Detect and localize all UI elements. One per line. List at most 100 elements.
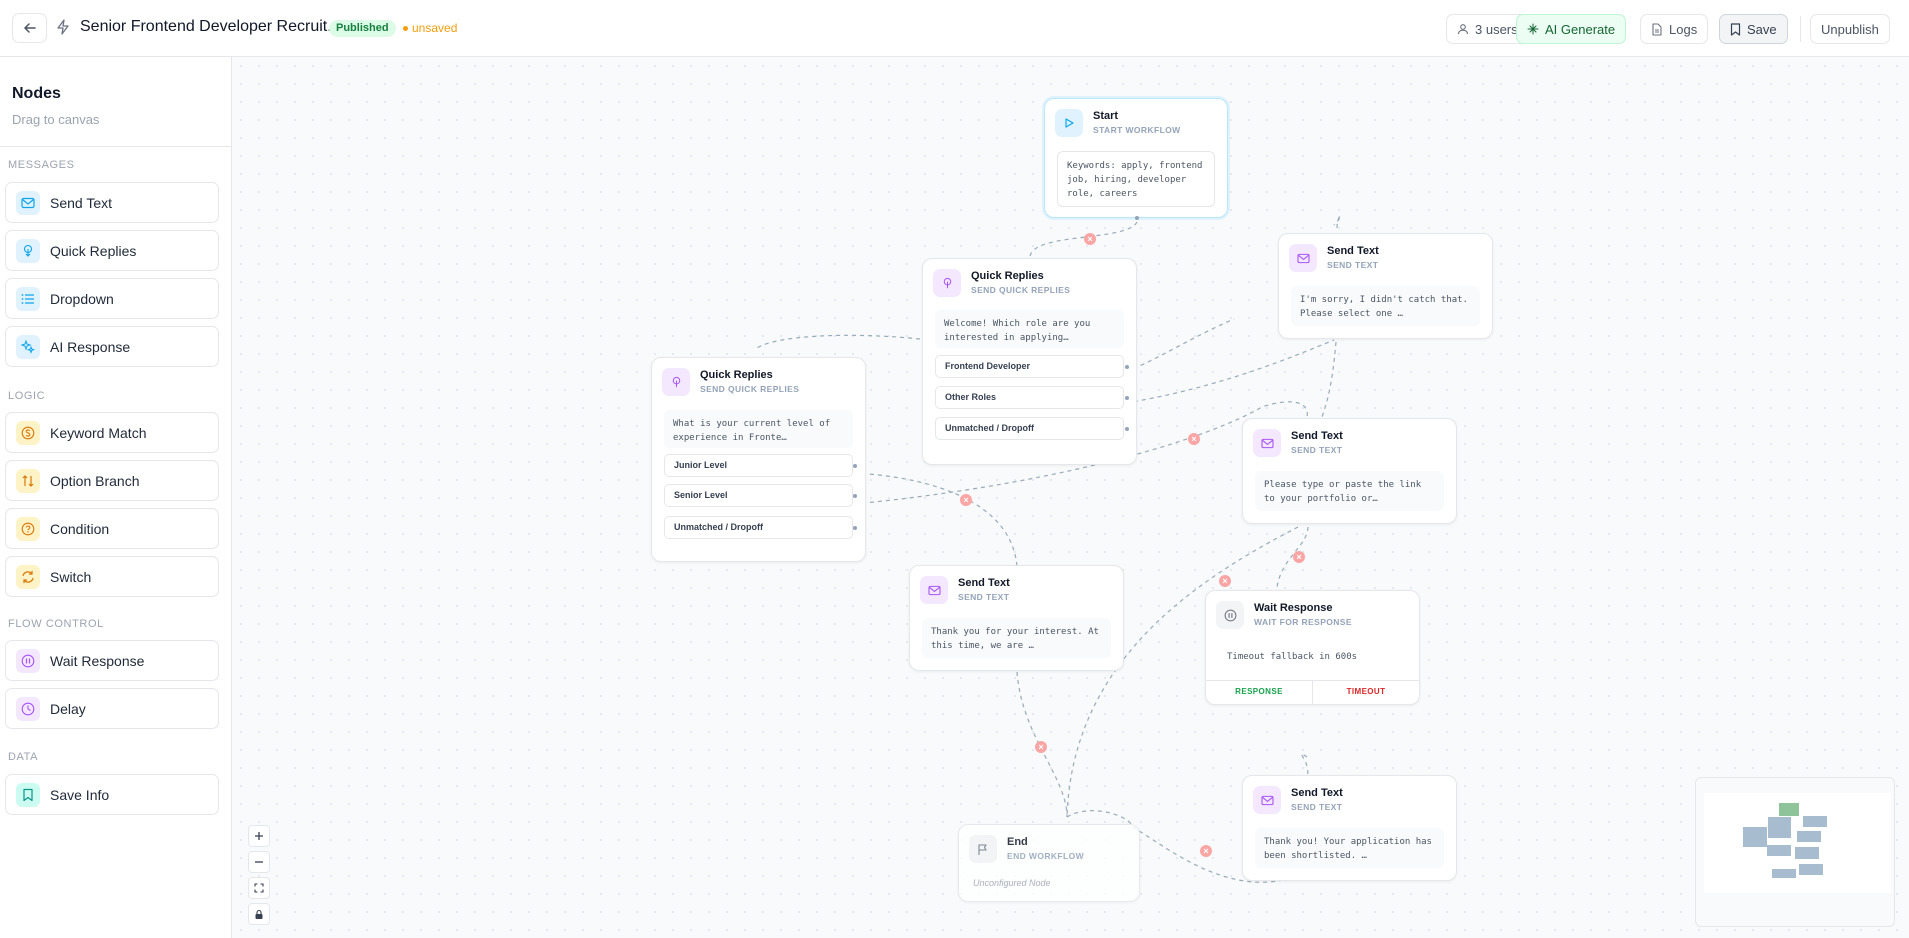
node-send-text-sorry[interactable]: Send Text SEND TEXT I'm sorry, I didn't … xyxy=(1278,233,1493,339)
quick-reply-option[interactable]: Senior Level xyxy=(664,484,853,507)
minimap[interactable] xyxy=(1695,777,1895,927)
sidebar-item-quick-replies[interactable]: Quick Replies xyxy=(5,230,219,271)
sidebar-item-option-branch[interactable]: Option Branch xyxy=(5,460,219,501)
quick-reply-option[interactable]: Other Roles xyxy=(935,386,1124,409)
logs-button[interactable]: Logs xyxy=(1640,14,1709,44)
node-send-text-portfolio[interactable]: Send Text SEND TEXT Please type or paste… xyxy=(1242,418,1457,524)
output-handle[interactable] xyxy=(1125,427,1129,431)
delete-edge-marker[interactable]: × xyxy=(1293,551,1305,563)
sidebar-divider xyxy=(0,146,231,147)
wait-outputs: RESPONSE TIMEOUT xyxy=(1206,680,1419,704)
pause-icon xyxy=(1216,601,1244,629)
output-handle[interactable] xyxy=(1125,365,1129,369)
output-handle[interactable] xyxy=(1135,216,1139,220)
ai-generate-button[interactable]: AI Generate xyxy=(1516,14,1627,44)
node-quick-replies-role[interactable]: Quick Replies SEND QUICK REPLIES Welcome… xyxy=(922,258,1137,465)
list-icon xyxy=(16,286,40,311)
node-send-text-thanks[interactable]: Send Text SEND TEXT Thank you for your i… xyxy=(909,565,1124,671)
section-messages: MESSAGES xyxy=(8,159,75,171)
workflow-title: Senior Frontend Developer Recruit... xyxy=(80,18,341,35)
save-label: Save xyxy=(1747,21,1777,37)
pause-icon xyxy=(16,648,40,673)
delete-edge-marker[interactable]: × xyxy=(1188,433,1200,445)
touch-icon xyxy=(16,238,40,263)
node-header: Send Text SEND TEXT xyxy=(1289,244,1379,272)
users-label: 3 users xyxy=(1475,21,1518,37)
node-title: Start xyxy=(1093,110,1119,122)
node-title: Send Text xyxy=(1291,787,1343,799)
unpublish-label: Unpublish xyxy=(1821,21,1879,37)
unpublish-button[interactable]: Unpublish xyxy=(1810,14,1890,44)
sidebar-item-condition[interactable]: Condition xyxy=(5,508,219,549)
sidebar-item-wait-response[interactable]: Wait Response xyxy=(5,640,219,681)
response-output[interactable]: RESPONSE xyxy=(1206,681,1313,704)
quick-reply-option[interactable]: Frontend Developer xyxy=(935,355,1124,378)
node-header: Send Text SEND TEXT xyxy=(1253,429,1343,457)
unsaved-label: unsaved xyxy=(412,21,458,35)
output-handle[interactable] xyxy=(853,494,857,498)
section-logic: LOGIC xyxy=(8,390,46,402)
sidebar-item-label: Switch xyxy=(50,568,92,585)
minimap-viewport xyxy=(1704,793,1891,893)
zoom-in-button[interactable] xyxy=(248,825,270,847)
minimap-node xyxy=(1743,827,1767,847)
delete-edge-marker[interactable]: × xyxy=(1200,845,1212,857)
quick-reply-option[interactable]: Junior Level xyxy=(664,454,853,477)
node-wait-response[interactable]: Wait Response WAIT FOR RESPONSE Timeout … xyxy=(1205,590,1420,705)
plus-icon xyxy=(255,832,263,840)
sidebar-item-save-info[interactable]: Save Info xyxy=(5,774,219,815)
question-icon xyxy=(16,516,40,541)
mail-icon xyxy=(1253,786,1281,814)
document-icon xyxy=(1652,22,1662,36)
node-body: Timeout fallback in 600s xyxy=(1227,652,1358,662)
node-header: Quick Replies SEND QUICK REPLIES xyxy=(933,269,1070,297)
sparkle-icon xyxy=(1527,23,1539,35)
nodes-sidebar: Nodes Drag to canvas MESSAGES Send Text … xyxy=(0,57,232,938)
node-start[interactable]: Start START WORKFLOW Keywords: apply, fr… xyxy=(1044,98,1228,220)
node-subtitle: START WORKFLOW xyxy=(1093,125,1181,135)
node-header: Start START WORKFLOW xyxy=(1055,109,1181,137)
sidebar-item-label: Option Branch xyxy=(50,472,140,489)
node-send-text-shortlisted[interactable]: Send Text SEND TEXT Thank you! Your appl… xyxy=(1242,775,1457,881)
lock-icon xyxy=(255,909,263,919)
toolbar-divider xyxy=(1800,16,1801,42)
sidebar-item-delay[interactable]: Delay xyxy=(5,688,219,729)
fit-view-button[interactable] xyxy=(248,877,270,899)
quick-reply-option[interactable]: Unmatched / Dropoff xyxy=(664,516,853,539)
output-handle[interactable] xyxy=(853,464,857,468)
delete-edge-marker[interactable]: × xyxy=(1084,233,1096,245)
save-button[interactable]: Save xyxy=(1719,14,1788,44)
sidebar-item-label: Save Info xyxy=(50,786,110,803)
sidebar-item-ai-response[interactable]: AI Response xyxy=(5,326,219,367)
node-subtitle: SEND TEXT xyxy=(1291,445,1343,455)
minimap-node xyxy=(1797,831,1821,842)
sidebar-item-send-text[interactable]: Send Text xyxy=(5,182,219,223)
bolt-icon xyxy=(57,19,69,35)
node-title: End xyxy=(1007,836,1028,848)
timeout-output[interactable]: TIMEOUT xyxy=(1313,681,1419,704)
unconfigured-note: Unconfigured Node xyxy=(973,878,1051,888)
edge-wait-to-shortlisted xyxy=(1300,753,1309,778)
delete-edge-marker[interactable]: × xyxy=(1035,741,1047,753)
node-title: Send Text xyxy=(1327,245,1379,257)
zoom-out-button[interactable] xyxy=(248,851,270,873)
quick-reply-option[interactable]: Unmatched / Dropoff xyxy=(935,417,1124,440)
back-button[interactable] xyxy=(12,13,47,43)
sidebar-item-switch[interactable]: Switch xyxy=(5,556,219,597)
output-handle[interactable] xyxy=(853,526,857,530)
sidebar-item-keyword-match[interactable]: Keyword Match xyxy=(5,412,219,453)
sidebar-item-label: Keyword Match xyxy=(50,424,147,441)
delete-edge-marker[interactable]: × xyxy=(960,494,972,506)
unsaved-dot-icon xyxy=(403,25,408,31)
node-end[interactable]: End END WORKFLOW Unconfigured Node xyxy=(958,824,1140,902)
mail-icon xyxy=(16,190,40,215)
node-quick-replies-level[interactable]: Quick Replies SEND QUICK REPLIES What is… xyxy=(651,357,866,562)
logs-label: Logs xyxy=(1669,21,1698,37)
sidebar-item-dropdown[interactable]: Dropdown xyxy=(5,278,219,319)
delete-edge-marker[interactable]: × xyxy=(1219,575,1231,587)
ai-generate-label: AI Generate xyxy=(1545,21,1616,37)
lock-button[interactable] xyxy=(248,903,270,925)
workflow-canvas[interactable]: × × × × × × × Start START WORKFLOW Keywo… xyxy=(232,57,1909,938)
output-handle[interactable] xyxy=(1125,396,1129,400)
unsaved-indicator: unsaved xyxy=(403,21,457,35)
